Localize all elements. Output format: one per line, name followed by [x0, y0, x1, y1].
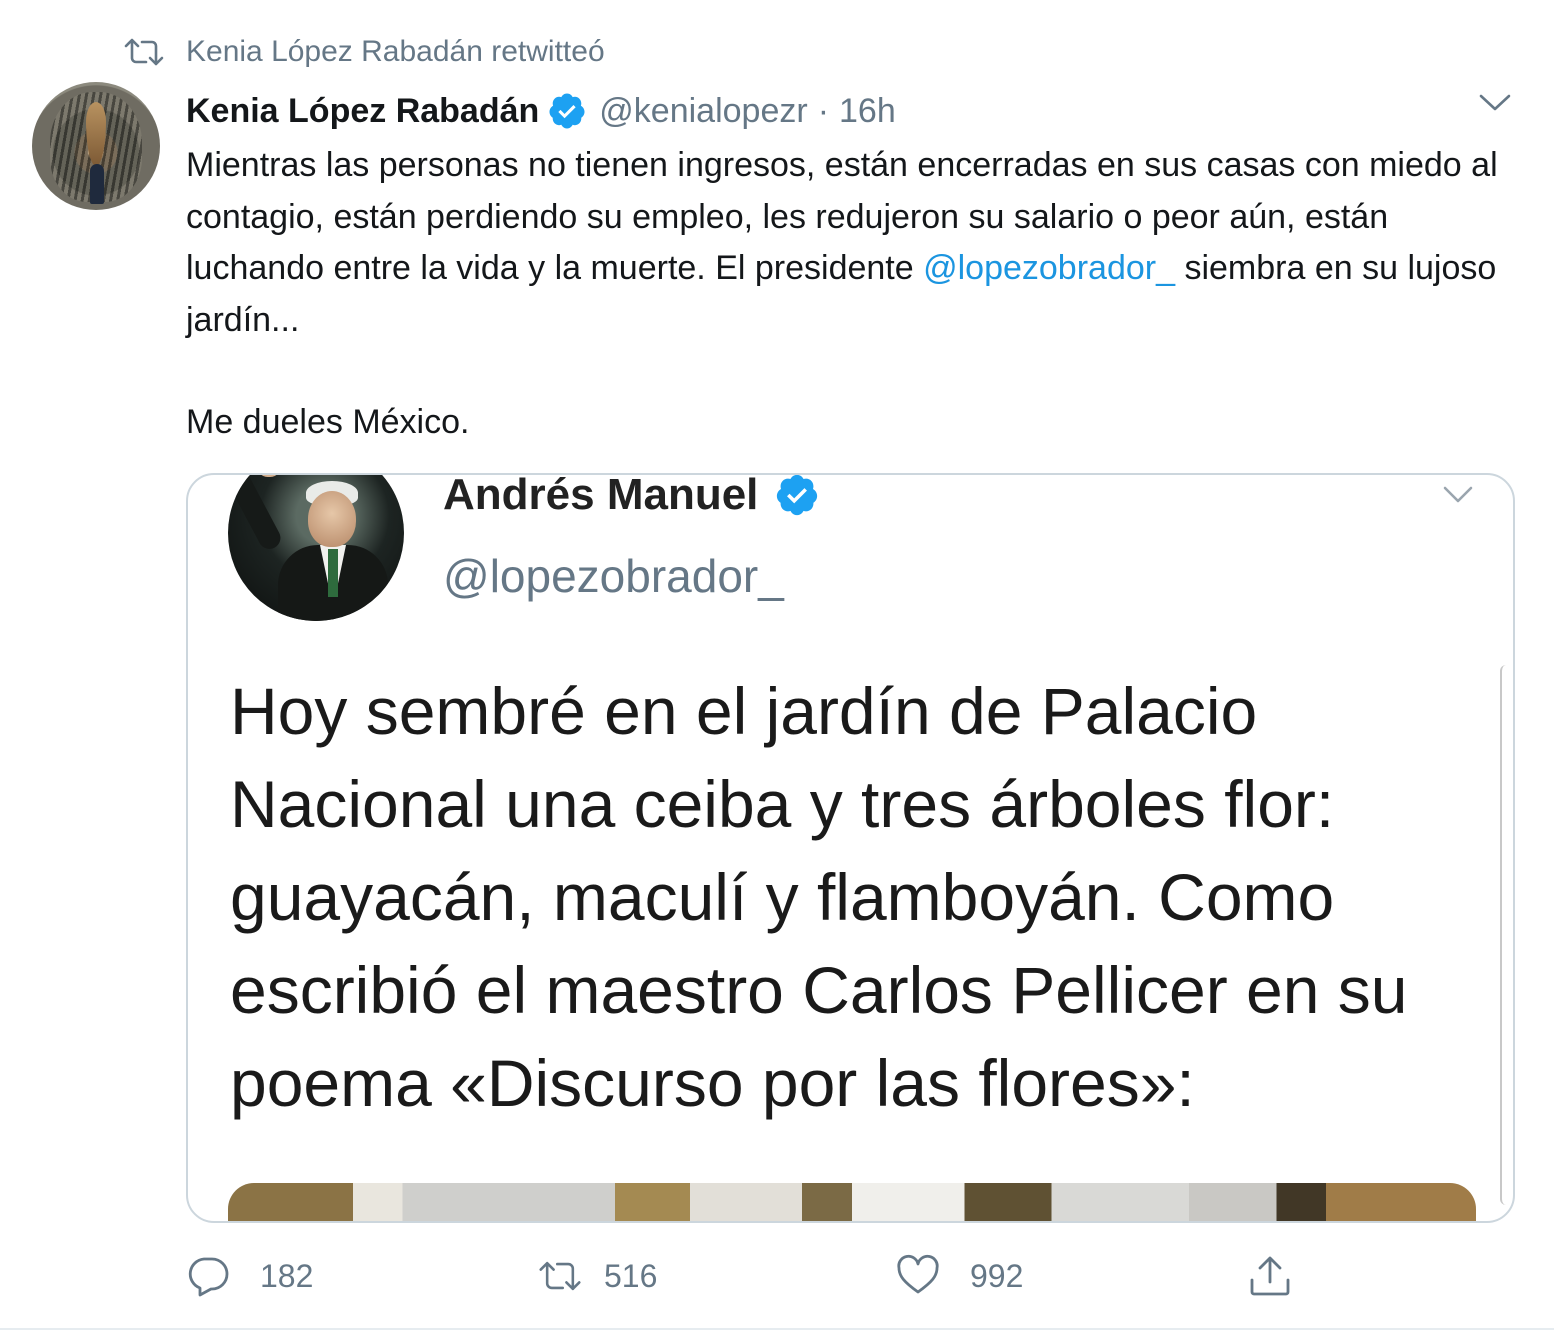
share-icon [1250, 1256, 1290, 1296]
chevron-down-icon[interactable] [1478, 92, 1512, 114]
tweet-timestamp[interactable]: 16h [839, 92, 896, 131]
tweet-actions: 182 516 992 [186, 1246, 1316, 1306]
embedded-chevron-down-icon [1443, 486, 1473, 503]
embedded-avatar [228, 475, 404, 621]
embedded-scrollbar [1500, 665, 1510, 1205]
retweet-button[interactable]: 516 [538, 1246, 657, 1306]
reply-icon [188, 1257, 229, 1297]
verified-badge-icon [549, 93, 585, 129]
tweet-text-paragraph2: Me dueles México. [186, 403, 470, 441]
tweet-text: Mientras las personas no tienen ingresos… [186, 140, 1526, 449]
tweet-header: Kenia López Rabadán @kenialopezr · 16h [186, 86, 896, 136]
author-avatar[interactable] [32, 82, 160, 210]
author-handle[interactable]: @kenialopezr [599, 92, 807, 131]
author-name[interactable]: Kenia López Rabadán [186, 92, 539, 131]
embedded-author-name: Andrés Manuel [443, 475, 820, 519]
tweet[interactable]: Kenia López Rabadán retwitteó Kenia Lópe… [0, 0, 1554, 1332]
like-button[interactable]: 992 [896, 1246, 1023, 1306]
like-count: 992 [970, 1257, 1024, 1294]
embedded-verified-badge-icon [777, 475, 818, 516]
retweet-context-text[interactable]: Kenia López Rabadán retwitteó [186, 35, 605, 69]
reply-button[interactable]: 182 [186, 1246, 313, 1306]
share-button[interactable] [1248, 1246, 1292, 1306]
embedded-tweet-text: Hoy sembré en el jardín de Palacio Nacio… [230, 674, 1408, 1120]
tweet-divider [0, 1328, 1554, 1330]
embedded-photo [228, 1183, 1476, 1221]
embedded-author-handle: @lopezobrador_ [443, 550, 784, 602]
retweet-icon [124, 38, 164, 66]
tweet-media-image[interactable]: Andrés Manuel @lopezobrador_ Hoy sembré … [186, 473, 1515, 1223]
reply-count: 182 [260, 1257, 314, 1294]
retweet-count: 516 [604, 1257, 658, 1294]
embedded-author-name-text: Andrés Manuel [443, 473, 759, 519]
mention-link[interactable]: @lopezobrador_ [923, 249, 1175, 287]
retweet-action-icon [539, 1261, 581, 1291]
heart-icon [897, 1254, 939, 1294]
header-separator: · [817, 91, 830, 130]
retweet-context: Kenia López Rabadán retwitteó [124, 30, 605, 74]
